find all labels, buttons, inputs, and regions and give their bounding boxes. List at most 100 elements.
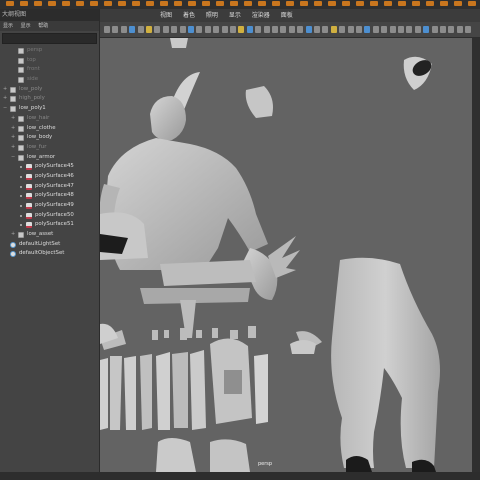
- boot-left[interactable]: [156, 438, 196, 472]
- outliner-item[interactable]: polySurface51: [0, 220, 99, 230]
- shelf-tool-icon[interactable]: [90, 1, 98, 6]
- expand-toggle[interactable]: +: [11, 230, 15, 240]
- viewport-3d[interactable]: persp: [100, 38, 472, 472]
- outliner-menu-show[interactable]: 显示: [21, 23, 31, 29]
- shelf-tool-icon[interactable]: [272, 1, 280, 6]
- shelf-tool-icon[interactable]: [426, 1, 434, 6]
- viewport-menu-renderer[interactable]: 渲染器: [252, 12, 270, 19]
- shelf-tool-icon[interactable]: [300, 1, 308, 6]
- viewport-tool-icon[interactable]: [162, 26, 169, 33]
- shelf-tool-icon[interactable]: [6, 1, 14, 6]
- shelf-tool-icon[interactable]: [454, 1, 462, 6]
- shelf-tool-icon[interactable]: [370, 1, 378, 6]
- viewport-tool-icon[interactable]: [246, 26, 253, 33]
- viewport-tool-icon[interactable]: [263, 26, 270, 33]
- viewport-tool-icon[interactable]: [137, 26, 144, 33]
- shelf-tool-icon[interactable]: [398, 1, 406, 6]
- viewport-tool-icon[interactable]: [288, 26, 295, 33]
- viewport-tool-icon[interactable]: [330, 26, 337, 33]
- viewport-tool-icon[interactable]: [230, 26, 236, 33]
- viewport-tool-icon[interactable]: [112, 26, 119, 33]
- outliner-item[interactable]: defaultObjectSet: [0, 249, 99, 259]
- shelf-tool-icon[interactable]: [34, 1, 42, 6]
- viewport-menu-lighting[interactable]: 照明: [206, 12, 218, 19]
- shelf-tool-icon[interactable]: [440, 1, 448, 6]
- viewport-tool-icon[interactable]: [154, 26, 161, 33]
- outliner-item[interactable]: polySurface46: [0, 172, 99, 182]
- shelf-tool-icon[interactable]: [230, 1, 238, 6]
- outliner-item[interactable]: + high_poly: [0, 94, 99, 104]
- viewport-tool-icon[interactable]: [339, 26, 346, 33]
- shelf-tool-icon[interactable]: [356, 1, 364, 6]
- viewport-tool-icon[interactable]: [179, 26, 186, 33]
- viewport-tool-icon[interactable]: [213, 26, 220, 33]
- shelf-tool-icon[interactable]: [314, 1, 322, 6]
- viewport-tool-icon[interactable]: [448, 26, 455, 33]
- shelf-tool-icon[interactable]: [20, 1, 28, 6]
- legs[interactable]: [331, 257, 440, 468]
- viewport-tool-icon[interactable]: [372, 26, 379, 33]
- shelf-tool-icon[interactable]: [384, 1, 392, 6]
- viewport-tool-icon[interactable]: [440, 26, 446, 33]
- outliner-item[interactable]: + low_fur: [0, 143, 99, 153]
- shelf-tool-icon[interactable]: [146, 1, 154, 6]
- shelf-tool-icon[interactable]: [188, 1, 196, 6]
- outliner-item[interactable]: polySurface45: [0, 162, 99, 172]
- shelf-tool-icon[interactable]: [118, 1, 126, 6]
- outliner-item[interactable]: + low_body: [0, 133, 99, 143]
- outliner-item[interactable]: defaultLightSet: [0, 240, 99, 250]
- viewport-menu-shading[interactable]: 着色: [183, 12, 195, 19]
- viewport-tool-icon[interactable]: [129, 26, 136, 33]
- shelf-tool-icon[interactable]: [244, 1, 252, 6]
- viewport-tool-icon[interactable]: [456, 26, 463, 33]
- viewport-tool-icon[interactable]: [406, 26, 413, 33]
- belt[interactable]: [160, 260, 256, 286]
- expand-toggle[interactable]: +: [11, 124, 15, 134]
- outliner-item[interactable]: + low_asset: [0, 230, 99, 240]
- shelf-tool-icon[interactable]: [202, 1, 210, 6]
- outliner-item[interactable]: polySurface47: [0, 182, 99, 192]
- viewport-tool-icon[interactable]: [188, 26, 194, 33]
- outliner-item[interactable]: polySurface49: [0, 201, 99, 211]
- viewport-tool-icon[interactable]: [196, 26, 203, 33]
- expand-toggle[interactable]: +: [11, 114, 15, 124]
- viewport-tool-icon[interactable]: [347, 26, 354, 33]
- outliner-item[interactable]: side: [0, 75, 99, 85]
- expand-toggle[interactable]: +: [3, 94, 7, 104]
- shelf-tool-icon[interactable]: [412, 1, 420, 6]
- shelf-tool-icon[interactable]: [286, 1, 294, 6]
- viewport-tool-icon[interactable]: [431, 26, 438, 33]
- viewport-tool-icon[interactable]: [120, 26, 127, 33]
- viewport-tool-icon[interactable]: [314, 26, 320, 33]
- shelf-tool-icon[interactable]: [160, 1, 168, 6]
- viewport-menu-view[interactable]: 视图: [160, 12, 172, 19]
- shelf-tool-icon[interactable]: [76, 1, 84, 6]
- viewport-tool-icon[interactable]: [297, 26, 304, 33]
- outliner-item[interactable]: polySurface50: [0, 211, 99, 221]
- viewport-tool-icon[interactable]: [255, 26, 262, 33]
- shelf-tool-icon[interactable]: [48, 1, 56, 6]
- viewport-tool-icon[interactable]: [305, 26, 312, 33]
- viewport-tool-icon[interactable]: [465, 26, 472, 33]
- outliner-item[interactable]: − low_poly1: [0, 104, 99, 114]
- viewport-tool-icon[interactable]: [238, 26, 245, 33]
- viewport-tool-icon[interactable]: [146, 26, 152, 33]
- armor-piece-top[interactable]: [170, 38, 188, 48]
- outliner-item[interactable]: + low_poly: [0, 85, 99, 95]
- viewport-tool-icon[interactable]: [322, 26, 329, 33]
- viewport-tool-icon[interactable]: [423, 26, 430, 33]
- shelf-tool-icon[interactable]: [216, 1, 224, 6]
- viewport-tool-icon[interactable]: [398, 26, 404, 33]
- viewport-tool-icon[interactable]: [356, 26, 362, 33]
- viewport-tool-icon[interactable]: [364, 26, 371, 33]
- outliner-item[interactable]: persp: [0, 46, 99, 56]
- outliner-item[interactable]: front: [0, 65, 99, 75]
- shelf-tool-icon[interactable]: [468, 1, 476, 6]
- outliner-item[interactable]: + low_clothe: [0, 124, 99, 134]
- viewport-tool-icon[interactable]: [414, 26, 421, 33]
- viewport-tool-icon[interactable]: [204, 26, 211, 33]
- armor-piece-small[interactable]: [245, 86, 273, 118]
- viewport-tool-icon[interactable]: [381, 26, 388, 33]
- expand-toggle[interactable]: +: [11, 133, 15, 143]
- expand-toggle[interactable]: −: [3, 104, 7, 114]
